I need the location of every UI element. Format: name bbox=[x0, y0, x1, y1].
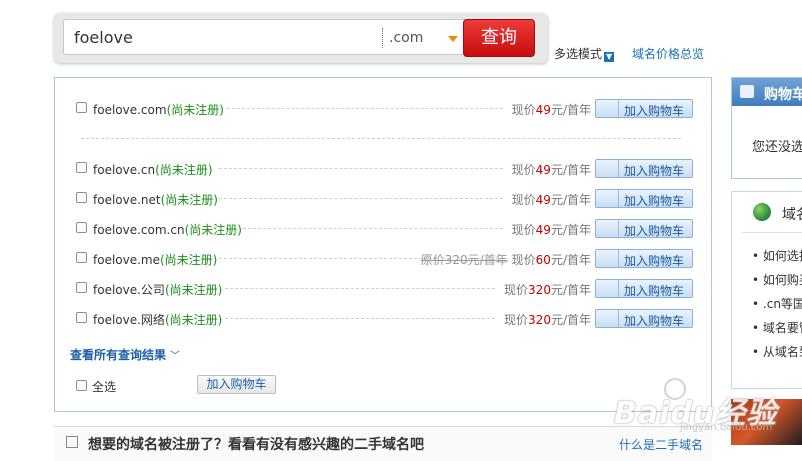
result-row: foelove.com.cn(尚未注册) 现价49元/首年 加入购物车 bbox=[75, 219, 695, 239]
cart-title: 购物车 bbox=[764, 87, 802, 103]
add-to-cart-button[interactable]: 加入购物车 bbox=[595, 279, 693, 298]
help-link[interactable]: • 从域名到 bbox=[752, 343, 802, 360]
add-to-cart-button[interactable]: 加入购物车 bbox=[595, 249, 693, 268]
cart-icon bbox=[596, 310, 619, 327]
result-status: (尚未注册) bbox=[160, 193, 218, 207]
domain-panel-title: 域名 bbox=[782, 207, 802, 223]
help-link[interactable]: • .cn等国 bbox=[752, 295, 802, 312]
divider bbox=[742, 232, 802, 233]
result-checkbox[interactable] bbox=[76, 162, 87, 173]
add-to-cart-button[interactable]: 加入购物车 bbox=[595, 309, 693, 328]
dotted-leader bbox=[225, 288, 495, 289]
add-to-cart-button[interactable]: 加入购物车 bbox=[595, 219, 693, 238]
cart-panel: 购物车 您还没选 bbox=[731, 77, 802, 179]
result-row: foelove.公司(尚未注册) 现价320元/首年 加入购物车 bbox=[75, 279, 695, 299]
result-domain: foelove.net(尚未注册) bbox=[93, 193, 218, 207]
cart-icon bbox=[596, 220, 619, 237]
arrow-down-icon: ▼ bbox=[604, 52, 615, 62]
baidu-watermark: Baidu经验 jingyan.baidu.com bbox=[614, 378, 776, 433]
divider bbox=[81, 138, 681, 139]
secondhand-text: 想要的域名被注册了？看看有没有感兴趣的二手域名吧 bbox=[88, 437, 424, 453]
result-row: foelove.net(尚未注册) 现价49元/首年 加入购物车 bbox=[75, 189, 695, 209]
multi-mode-label: 多选模式 bbox=[554, 47, 603, 61]
cart-header: 购物车 bbox=[732, 78, 802, 106]
dotted-leader bbox=[243, 228, 503, 229]
bulk-add-to-cart-button[interactable]: 加入购物车 bbox=[197, 375, 276, 394]
result-checkbox[interactable] bbox=[76, 222, 87, 233]
domain-help-panel: 域名 • 如何选择 • 如何购买 • .cn等国 • 域名要管 • 从域名到 bbox=[731, 191, 802, 389]
result-checkbox[interactable] bbox=[76, 252, 87, 263]
cart-empty-text: 您还没选 bbox=[752, 140, 802, 155]
result-domain: foelove.网络(尚未注册) bbox=[93, 313, 223, 327]
dotted-leader bbox=[225, 318, 495, 319]
result-domain: foelove.公司(尚未注册) bbox=[93, 283, 223, 297]
select-all-checkbox[interactable] bbox=[76, 380, 87, 391]
cart-icon bbox=[596, 280, 619, 297]
result-price: 现价49元/首年 bbox=[511, 163, 591, 177]
result-status: (尚未注册) bbox=[164, 283, 223, 297]
result-checkbox[interactable] bbox=[76, 192, 87, 203]
add-to-cart-button[interactable]: 加入购物车 bbox=[595, 99, 693, 118]
dotted-leader bbox=[219, 198, 503, 199]
multi-mode-link[interactable]: 多选模式 ▼ bbox=[554, 45, 615, 62]
see-all-results-link[interactable]: 查看所有查询结果 ﹀ bbox=[70, 346, 180, 363]
results-panel: foelove.com(尚未注册) 现价49元/首年 加入购物车 foelove… bbox=[54, 77, 712, 412]
help-link[interactable]: • 如何选择 bbox=[752, 247, 802, 264]
result-row: foelove.网络(尚未注册) 现价320元/首年 加入购物车 bbox=[75, 309, 695, 329]
globe-icon bbox=[753, 203, 771, 221]
search-input[interactable]: foelove .com bbox=[63, 19, 507, 55]
result-status: (尚未注册) bbox=[166, 103, 224, 117]
chevron-down-icon: ﹀ bbox=[170, 351, 181, 362]
result-row: foelove.com(尚未注册) 现价49元/首年 加入购物车 bbox=[75, 99, 695, 119]
result-status: (尚未注册) bbox=[160, 253, 218, 267]
result-price: 现价49元/首年 bbox=[511, 223, 591, 237]
result-checkbox[interactable] bbox=[76, 102, 87, 113]
dotted-leader bbox=[219, 258, 427, 259]
watermark-url: jingyan.baidu.com bbox=[680, 422, 773, 433]
dotted-leader bbox=[227, 108, 503, 109]
result-price: 现价320元/首年 bbox=[504, 283, 591, 297]
cart-icon bbox=[596, 160, 619, 177]
add-to-cart-button[interactable]: 加入购物车 bbox=[595, 159, 693, 178]
search-button[interactable]: 查询 bbox=[463, 19, 535, 57]
add-to-cart-button[interactable]: 加入购物车 bbox=[595, 189, 693, 208]
result-price: 原价320元/首年 现价60元/首年 bbox=[420, 253, 591, 267]
search-bar: foelove .com 查询 bbox=[54, 13, 548, 63]
result-status: (尚未注册) bbox=[164, 313, 223, 327]
result-checkbox[interactable] bbox=[76, 282, 87, 293]
cart-icon bbox=[596, 100, 619, 117]
result-domain: foelove.cn(尚未注册) bbox=[93, 163, 213, 177]
result-domain: foelove.com(尚未注册) bbox=[93, 103, 224, 117]
search-query-text: foelove bbox=[74, 28, 133, 47]
result-row: foelove.me(尚未注册) 原价320元/首年 现价60元/首年 加入购物车 bbox=[75, 249, 695, 269]
cart-icon bbox=[740, 85, 754, 98]
result-domain: foelove.com.cn(尚未注册) bbox=[93, 223, 242, 237]
help-link[interactable]: • 域名要管 bbox=[752, 319, 802, 336]
result-price: 现价49元/首年 bbox=[511, 193, 591, 207]
cart-icon bbox=[596, 250, 619, 267]
info-icon bbox=[66, 436, 78, 448]
dropdown-arrow-icon[interactable] bbox=[448, 36, 458, 42]
dotted-leader bbox=[219, 168, 503, 169]
result-row: foelove.cn(尚未注册) 现价49元/首年 加入购物车 bbox=[75, 159, 695, 179]
cart-icon bbox=[596, 190, 619, 207]
select-all-label: 全选 bbox=[92, 380, 117, 394]
result-status: (尚未注册) bbox=[184, 223, 242, 237]
tld-separator bbox=[382, 28, 383, 48]
tld-select[interactable]: .com bbox=[389, 30, 423, 46]
old-price: 原价320元/首年 bbox=[420, 253, 508, 267]
secondhand-link[interactable]: 什么是二手域名 bbox=[619, 436, 703, 453]
result-price: 现价49元/首年 bbox=[511, 103, 591, 117]
price-overview-link[interactable]: 域名价格总览 bbox=[632, 45, 704, 62]
help-link[interactable]: • 如何购买 bbox=[752, 271, 802, 288]
result-status: (尚未注册) bbox=[155, 163, 213, 177]
result-price: 现价320元/首年 bbox=[504, 313, 591, 327]
result-domain: foelove.me(尚未注册) bbox=[93, 253, 218, 267]
result-checkbox[interactable] bbox=[76, 312, 87, 323]
